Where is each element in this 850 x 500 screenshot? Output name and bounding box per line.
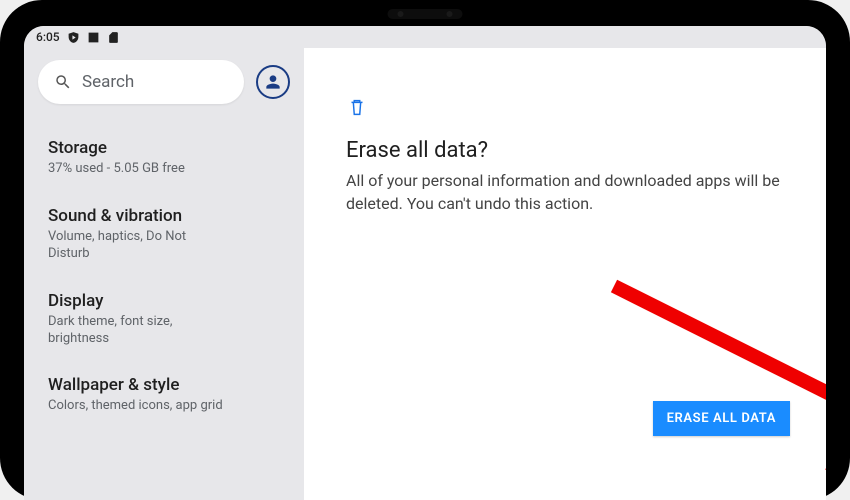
person-icon xyxy=(263,72,283,92)
erase-all-data-button[interactable]: ERASE ALL DATA xyxy=(653,401,790,436)
sidebar-item-title: Display xyxy=(48,291,284,311)
search-input[interactable]: Search xyxy=(38,60,244,104)
search-icon xyxy=(54,73,72,91)
search-placeholder: Search xyxy=(82,72,134,92)
sidebar-item-wallpaper[interactable]: Wallpaper & style Colors, themed icons, … xyxy=(38,363,290,431)
search-row: Search xyxy=(38,60,290,104)
sidebar-item-subtitle: Volume, haptics, Do Not Disturb xyxy=(48,229,228,263)
annotation-arrow xyxy=(604,276,826,486)
sidebar-item-subtitle: Dark theme, font size, brightness xyxy=(48,314,228,348)
app-box-icon xyxy=(87,31,100,44)
page-description: All of your personal information and dow… xyxy=(346,169,784,215)
sidebar-item-subtitle: Colors, themed icons, app grid xyxy=(48,398,228,415)
status-time: 6:05 xyxy=(36,30,60,44)
trash-icon xyxy=(346,96,784,122)
content-area: Search Storage 37% used - 5.05 GB free S… xyxy=(24,48,826,500)
sidebar-item-title: Sound & vibration xyxy=(48,206,284,226)
sd-card-icon xyxy=(107,31,120,44)
page-title: Erase all data? xyxy=(346,138,784,163)
play-protect-icon xyxy=(67,31,80,44)
settings-sidebar: Search Storage 37% used - 5.05 GB free S… xyxy=(24,48,304,500)
account-avatar[interactable] xyxy=(256,65,290,99)
sidebar-item-storage[interactable]: Storage 37% used - 5.05 GB free xyxy=(38,126,290,194)
screen: 6:05 Search xyxy=(24,26,826,500)
sidebar-item-display[interactable]: Display Dark theme, font size, brightnes… xyxy=(38,279,290,364)
sidebar-item-subtitle: 37% used - 5.05 GB free xyxy=(48,161,228,178)
tablet-frame: 6:05 Search xyxy=(0,0,850,500)
main-panel: Erase all data? All of your personal inf… xyxy=(304,48,826,500)
sidebar-item-title: Storage xyxy=(48,138,284,158)
sidebar-item-sound[interactable]: Sound & vibration Volume, haptics, Do No… xyxy=(38,194,290,279)
sidebar-item-title: Wallpaper & style xyxy=(48,375,284,395)
status-bar: 6:05 xyxy=(24,26,826,48)
camera-notch xyxy=(388,9,463,19)
